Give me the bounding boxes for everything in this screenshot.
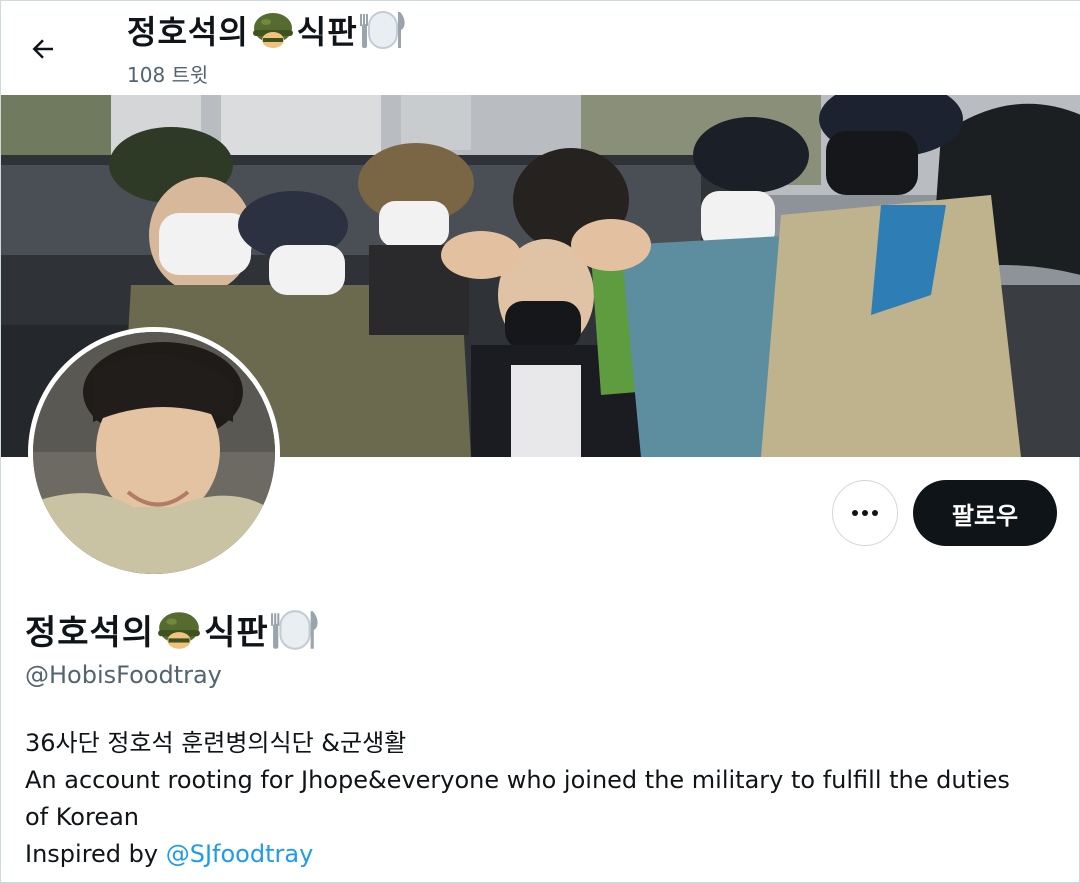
fork-knife-plate-icon — [270, 609, 318, 650]
profile-name: 정호석의 식판 — [25, 605, 319, 654]
profile-bio: 36사단 정호석 훈련병의식단 &군생활 An account rooting … — [25, 725, 1065, 873]
more-horizontal-icon — [852, 510, 878, 516]
back-arrow-icon — [32, 39, 53, 59]
follow-button[interactable]: 팔로우 — [913, 480, 1057, 546]
profile-avatar[interactable] — [28, 327, 280, 579]
profile-header: 정호석의 식판 108 트윗 — [1, 1, 1080, 95]
bio-inspired-prefix: Inspired by — [25, 840, 166, 868]
bio-line: 36사단 정호석 훈련병의식단 &군생활 — [25, 729, 407, 757]
military-helmet-icon — [158, 611, 201, 649]
back-button[interactable] — [21, 27, 65, 71]
header-title-text-1: 정호석의 — [127, 13, 249, 51]
military-helmet-icon — [252, 13, 293, 48]
bio-inspired-line: Inspired by @SJfoodtray — [25, 836, 1065, 873]
fork-knife-plate-icon — [359, 11, 405, 49]
profile-page: 정호석의 식판 108 트윗 팔로우 정호석의 식판 @HobisFoodtra… — [0, 0, 1080, 883]
header-title-text-2: 식판 — [296, 13, 358, 51]
profile-name-text-1: 정호석의 — [25, 613, 155, 653]
profile-name-text-2: 식판 — [204, 613, 269, 653]
tweet-count: 108 트윗 — [127, 63, 209, 87]
profile-handle: @HobisFoodtray — [25, 661, 222, 689]
bio-line: An account rooting for Jhope&everyone wh… — [25, 766, 1010, 794]
bio-line: of Korean — [25, 803, 140, 831]
header-title: 정호석의 식판 — [127, 7, 406, 53]
mention-link[interactable]: @SJfoodtray — [166, 840, 314, 868]
more-options-button[interactable] — [832, 480, 898, 546]
